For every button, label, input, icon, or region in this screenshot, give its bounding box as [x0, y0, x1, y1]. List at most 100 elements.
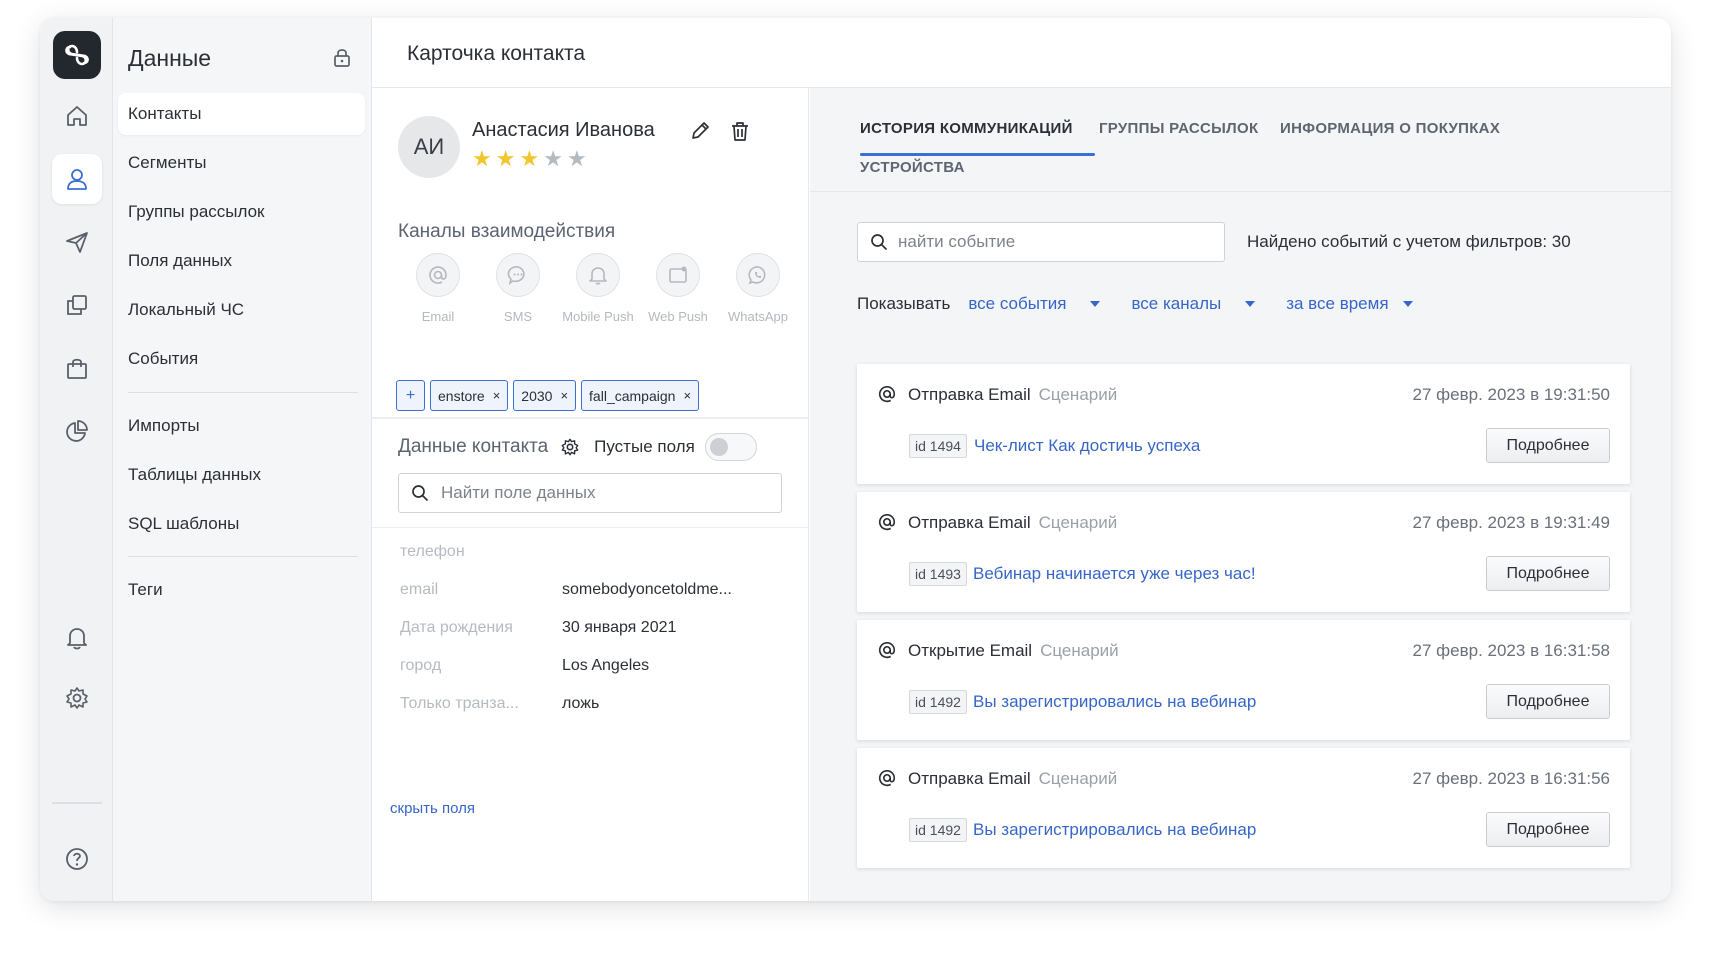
nav-item-data-fields[interactable]: Поля данных	[118, 240, 365, 282]
tag-remove-icon[interactable]: ×	[493, 388, 501, 403]
rail-divider	[52, 802, 102, 804]
event-title-link[interactable]: Чек-лист Как достичь успеха	[974, 436, 1200, 456]
nav-item-contacts[interactable]: Контакты	[118, 93, 365, 135]
bell-icon	[589, 267, 607, 285]
nav-item-imports[interactable]: Импорты	[118, 405, 365, 447]
details-button[interactable]: Подробнее	[1486, 556, 1610, 591]
rail-templates[interactable]	[52, 280, 102, 330]
rail-help[interactable]	[52, 834, 102, 884]
event-search-input[interactable]: найти событие	[857, 222, 1225, 262]
channel-web-push[interactable]: Web Push	[638, 253, 718, 324]
tab-devices[interactable]: УСТРОЙСТВА	[860, 159, 965, 176]
gear-icon	[561, 438, 579, 456]
channels-title: Каналы взаимодействия	[398, 221, 616, 242]
channel-sms[interactable]: SMS	[478, 253, 558, 324]
channel-label: WhatsApp	[728, 309, 788, 324]
star-icon[interactable]: ★	[519, 148, 539, 170]
event-date: 27 февр. 2023 в 19:31:50	[1412, 385, 1610, 404]
channel-filter[interactable]: все каналы	[1131, 294, 1256, 314]
search-icon	[412, 485, 428, 501]
hide-fields-link[interactable]: скрыть поля	[390, 800, 475, 817]
channel-whatsapp[interactable]: WhatsApp	[718, 253, 798, 324]
event-card: Отправка Email Сценарий 27 февр. 2023 в 1…	[857, 492, 1630, 612]
whatsapp-icon	[748, 266, 766, 285]
at-icon	[877, 768, 897, 793]
avatar: АИ	[398, 116, 460, 178]
add-tag-button[interactable]: +	[396, 380, 425, 411]
event-source: Сценарий	[1038, 769, 1118, 788]
rating-stars[interactable]: ★ ★ ★ ★ ★	[472, 148, 587, 170]
tab-mailing-groups[interactable]: ГРУППЫ РАССЫЛОК	[1099, 120, 1258, 137]
nav-item-data-tables[interactable]: Таблицы данных	[118, 454, 365, 496]
tag-remove-icon[interactable]: ×	[683, 388, 691, 403]
details-button[interactable]: Подробнее	[1486, 684, 1610, 719]
contact-data-title: Данные контакта	[398, 436, 549, 457]
help-icon	[66, 848, 88, 870]
field-key: Только транза...	[400, 695, 519, 712]
contacts-icon	[67, 169, 87, 190]
nav-item-tags[interactable]: Теги	[118, 569, 365, 611]
details-button[interactable]: Подробнее	[1486, 812, 1610, 847]
active-tab-indicator	[860, 153, 1095, 156]
field-value[interactable]: 30 января 2021	[562, 619, 676, 637]
tag-label: fall_campaign	[589, 387, 676, 404]
delete-button[interactable]	[729, 120, 751, 147]
empty-fields-label: Пустые поля	[594, 437, 695, 456]
tag-chip[interactable]: enstore ×	[430, 380, 509, 411]
event-title-link[interactable]: Вы зарегистрировались на вебинар	[973, 820, 1256, 840]
section-divider	[372, 527, 808, 528]
nav-item-events[interactable]: События	[118, 338, 365, 380]
star-icon[interactable]: ★	[567, 148, 587, 170]
rail-contacts[interactable]	[52, 154, 102, 204]
field-value[interactable]: ложь	[562, 695, 599, 713]
rail-campaigns[interactable]	[52, 217, 102, 267]
tab-communication-history[interactable]: ИСТОРИЯ КОММУНИКАЦИЙ	[860, 120, 1073, 137]
edit-button[interactable]	[689, 120, 711, 147]
rail-home[interactable]	[52, 91, 102, 141]
nav-item-mailing-groups[interactable]: Группы рассылок	[118, 191, 365, 233]
tab-purchases[interactable]: ИНФОРМАЦИЯ О ПОКУПКАХ	[1280, 120, 1500, 137]
event-source: Сценарий	[1038, 513, 1118, 532]
star-icon[interactable]: ★	[496, 148, 516, 170]
tag-remove-icon[interactable]: ×	[560, 388, 568, 403]
details-button[interactable]: Подробнее	[1486, 428, 1610, 463]
event-date: 27 февр. 2023 в 16:31:56	[1412, 769, 1610, 788]
field-key: телефон	[400, 543, 465, 560]
nav-item-sql-templates[interactable]: SQL шаблоны	[118, 503, 365, 545]
field-settings-button[interactable]	[560, 437, 580, 457]
tag-chip[interactable]: 2030 ×	[513, 380, 577, 411]
nav-item-local-blacklist[interactable]: Локальный ЧС	[118, 289, 365, 331]
field-value[interactable]: Los Angeles	[562, 657, 649, 675]
shopping-bag-icon	[67, 358, 87, 379]
event-type-filter[interactable]: все события	[968, 294, 1101, 314]
rail-shop[interactable]	[52, 343, 102, 393]
rail-notifications[interactable]	[52, 613, 102, 663]
event-type: Отправка Email Сценарий	[908, 513, 1117, 533]
rail-settings[interactable]	[52, 673, 102, 723]
channel-email[interactable]: Email	[398, 253, 478, 324]
event-title-link[interactable]: Вы зарегистрировались на вебинар	[973, 692, 1256, 712]
at-icon	[877, 640, 897, 665]
filter-value: все события	[968, 294, 1067, 313]
search-icon	[871, 234, 887, 250]
event-source: Сценарий	[1038, 385, 1118, 404]
tag-chip[interactable]: fall_campaign ×	[581, 380, 700, 411]
period-filter[interactable]: за все время	[1286, 294, 1413, 314]
pencil-icon	[692, 122, 709, 139]
send-icon	[66, 232, 88, 253]
field-search-input[interactable]: Найти поле данных	[398, 473, 782, 513]
empty-fields-toggle[interactable]	[704, 433, 757, 461]
tab-bar: ИСТОРИЯ КОММУНИКАЦИЙ ГРУППЫ РАССЫЛОК ИНФ…	[810, 88, 1671, 192]
channel-mobile-push[interactable]: Mobile Push	[558, 253, 638, 324]
event-type: Открытие Email Сценарий	[908, 641, 1119, 661]
data-nav-panel: Данные Контакты Сегменты Группы рассылок…	[113, 18, 372, 901]
lock-icon[interactable]	[331, 46, 353, 73]
star-icon[interactable]: ★	[472, 148, 492, 170]
app-logo[interactable]	[53, 31, 101, 79]
rail-analytics[interactable]	[52, 406, 102, 456]
caret-down-icon	[1090, 301, 1101, 307]
field-value[interactable]: somebodyoncetoldme...	[562, 581, 732, 599]
event-title-link[interactable]: Вебинар начинается уже через час!	[973, 564, 1256, 584]
nav-item-segments[interactable]: Сегменты	[118, 142, 365, 184]
star-icon[interactable]: ★	[543, 148, 563, 170]
